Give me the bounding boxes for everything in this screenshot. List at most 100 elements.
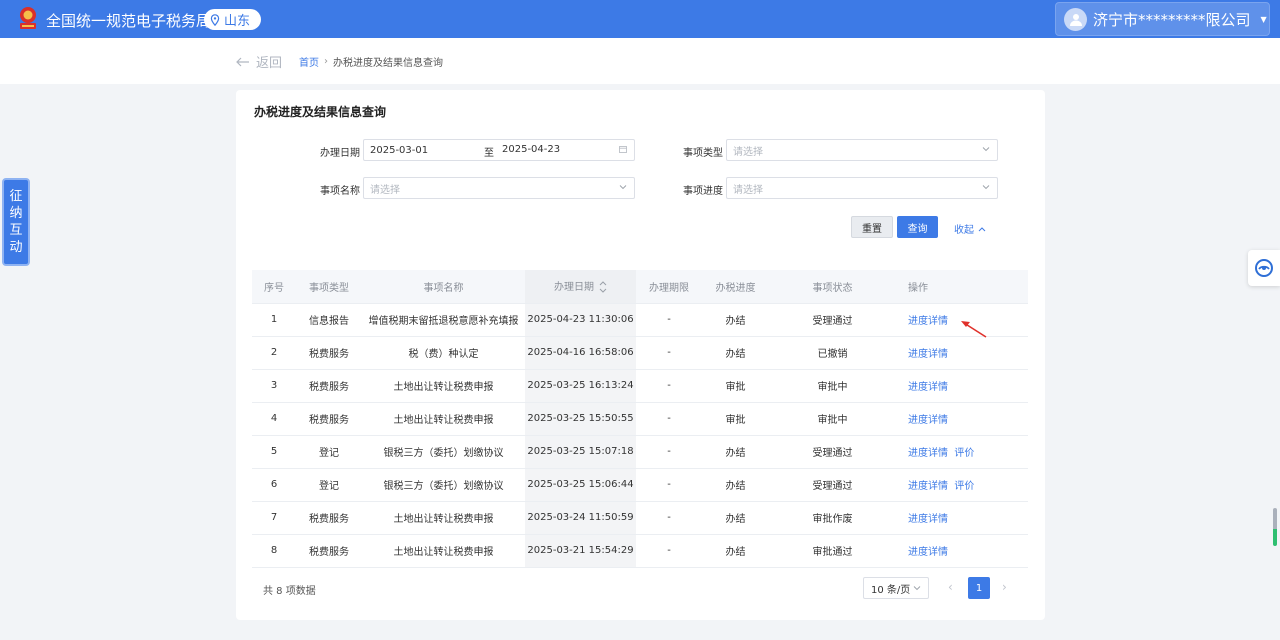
user-menu[interactable]: 济宁市*********限公司 ▼ [1055, 2, 1270, 36]
chevron-down-icon [982, 185, 990, 190]
cell-progress: 办结 [702, 467, 769, 501]
breadcrumb: 首页 › 办税进度及结果信息查询 [299, 54, 443, 69]
table-row: 2 税费服务 税（费）种认定 2025-04-16 16:58:06 - 办结 … [252, 335, 1028, 369]
cell-limit: - [636, 335, 702, 369]
column-header-sortable[interactable]: 办理日期 [525, 270, 636, 303]
page-size-value: 10 条/页 [871, 584, 911, 596]
calendar-icon [619, 146, 627, 153]
cell-no: 2 [252, 335, 296, 369]
column-header: 办税进度 [702, 270, 769, 303]
cell-date: 2025-03-25 16:13:24 [525, 368, 636, 402]
cell-no: 5 [252, 434, 296, 468]
table-body: 1 信息报告 增值税期末留抵退税意愿补充填报 2025-04-23 11:30:… [252, 302, 1028, 568]
reset-button[interactable]: 重置 [851, 216, 893, 238]
back-label: 返回 [256, 56, 283, 71]
top-navbar: 全国统一规范电子税务局 山东 济宁市*********限公司 ▼ [0, 0, 1280, 38]
chevron-down-icon [913, 586, 921, 591]
column-header-label: 办理日期 [554, 282, 594, 294]
sort-icon[interactable] [599, 280, 607, 294]
date-end[interactable]: 2025-04-23 [502, 144, 560, 155]
column-header: 办理期限 [636, 270, 702, 303]
item-type-select[interactable]: 请选择 [726, 139, 998, 161]
cell-name: 银税三方（委托）划缴协议 [362, 467, 525, 501]
collapse-toggle[interactable]: 收起 [954, 221, 986, 236]
cell-progress: 办结 [702, 533, 769, 568]
cell-status: 已撤销 [769, 335, 896, 369]
progress-detail-link[interactable]: 进度详情 [908, 514, 948, 525]
item-progress-label: 事项进度 [683, 186, 723, 197]
cell-ops: 进度详情 [896, 368, 1028, 402]
scroll-indicator[interactable] [1273, 508, 1277, 546]
page-number-button[interactable]: 1 [968, 577, 990, 599]
next-page-button[interactable]: › [1002, 580, 1007, 594]
cell-type: 税费服务 [296, 401, 362, 435]
user-avatar-icon [1064, 7, 1087, 31]
cell-name: 土地出让转让税费申报 [362, 401, 525, 435]
page-title: 办税进度及结果信息查询 [254, 105, 387, 119]
user-name: 济宁市*********限公司 [1093, 10, 1251, 29]
column-header: 事项状态 [769, 270, 896, 303]
item-name-select[interactable]: 请选择 [363, 177, 635, 199]
cell-limit: - [636, 434, 702, 468]
cell-progress: 办结 [702, 335, 769, 369]
side-tab-char: 纳 [9, 206, 23, 221]
query-card: 办税进度及结果信息查询 办理日期 2025-03-01 至 2025-04-23… [236, 90, 1045, 620]
breadcrumb-bar: 返回 首页 › 办税进度及结果信息查询 [0, 38, 1280, 84]
cell-date: 2025-03-24 11:50:59 [525, 500, 636, 534]
progress-detail-link[interactable]: 进度详情 [908, 547, 948, 558]
side-tab-char: 动 [9, 240, 23, 255]
back-button[interactable]: 返回 [236, 52, 282, 71]
progress-detail-link[interactable]: 进度详情 [908, 349, 948, 360]
cell-status: 审批作废 [769, 500, 896, 534]
cell-type: 税费服务 [296, 500, 362, 534]
cell-status: 受理通过 [769, 467, 896, 501]
cell-date: 2025-04-16 16:58:06 [525, 335, 636, 369]
evaluate-link[interactable]: 评价 [954, 481, 974, 492]
breadcrumb-current: 办税进度及结果信息查询 [333, 58, 443, 69]
region-selector[interactable]: 山东 [204, 9, 261, 30]
cell-date: 2025-03-25 15:07:18 [525, 434, 636, 468]
item-progress-select[interactable]: 请选择 [726, 177, 998, 199]
table-row: 5 登记 银税三方（委托）划缴协议 2025-03-25 15:07:18 - … [252, 434, 1028, 468]
site-title: 全国统一规范电子税务局 [46, 12, 212, 30]
cell-no: 4 [252, 401, 296, 435]
column-header: 事项类型 [296, 270, 362, 303]
cell-ops: 进度详情 评价 [896, 434, 1028, 468]
evaluate-link[interactable]: 评价 [954, 448, 974, 459]
query-button[interactable]: 查询 [897, 216, 938, 238]
item-name-placeholder: 请选择 [370, 184, 400, 196]
cell-no: 1 [252, 302, 296, 336]
chevron-up-icon [978, 226, 986, 231]
cell-ops: 进度详情 [896, 533, 1028, 568]
progress-detail-link[interactable]: 进度详情 [908, 481, 948, 492]
table-row: 3 税费服务 土地出让转让税费申报 2025-03-25 16:13:24 - … [252, 368, 1028, 402]
table-row: 1 信息报告 增值税期末留抵退税意愿补充填报 2025-04-23 11:30:… [252, 302, 1028, 336]
cell-progress: 审批 [702, 401, 769, 435]
cell-progress: 审批 [702, 368, 769, 402]
interaction-side-tab[interactable]: 征 纳 互 动 [2, 178, 30, 266]
cell-ops: 进度详情 [896, 335, 1028, 369]
progress-detail-link[interactable]: 进度详情 [908, 415, 948, 426]
date-start[interactable]: 2025-03-01 [370, 145, 428, 156]
cell-name: 土地出让转让税费申报 [362, 500, 525, 534]
cell-status: 受理通过 [769, 302, 896, 336]
progress-detail-link[interactable]: 进度详情 [908, 316, 948, 327]
location-pin-icon [210, 13, 220, 26]
cell-date: 2025-03-21 15:54:29 [525, 533, 636, 568]
cell-date: 2025-03-25 15:06:44 [525, 467, 636, 501]
breadcrumb-home-link[interactable]: 首页 [299, 54, 319, 69]
date-range-picker[interactable]: 2025-03-01 至 2025-04-23 [363, 139, 635, 161]
arrow-left-icon [236, 57, 249, 66]
progress-detail-link[interactable]: 进度详情 [908, 448, 948, 459]
date-label: 办理日期 [320, 148, 360, 159]
cell-type: 税费服务 [296, 368, 362, 402]
progress-detail-link[interactable]: 进度详情 [908, 382, 948, 393]
cell-type: 登记 [296, 467, 362, 501]
date-separator: 至 [484, 148, 494, 159]
chevron-down-icon [619, 185, 627, 190]
breadcrumb-separator: › [324, 56, 328, 67]
page-size-select[interactable]: 10 条/页 [863, 577, 929, 599]
prev-page-button[interactable]: ‹ [948, 580, 953, 594]
assistant-float-button[interactable] [1248, 250, 1280, 286]
cell-date: 2025-04-23 11:30:06 [525, 302, 636, 336]
